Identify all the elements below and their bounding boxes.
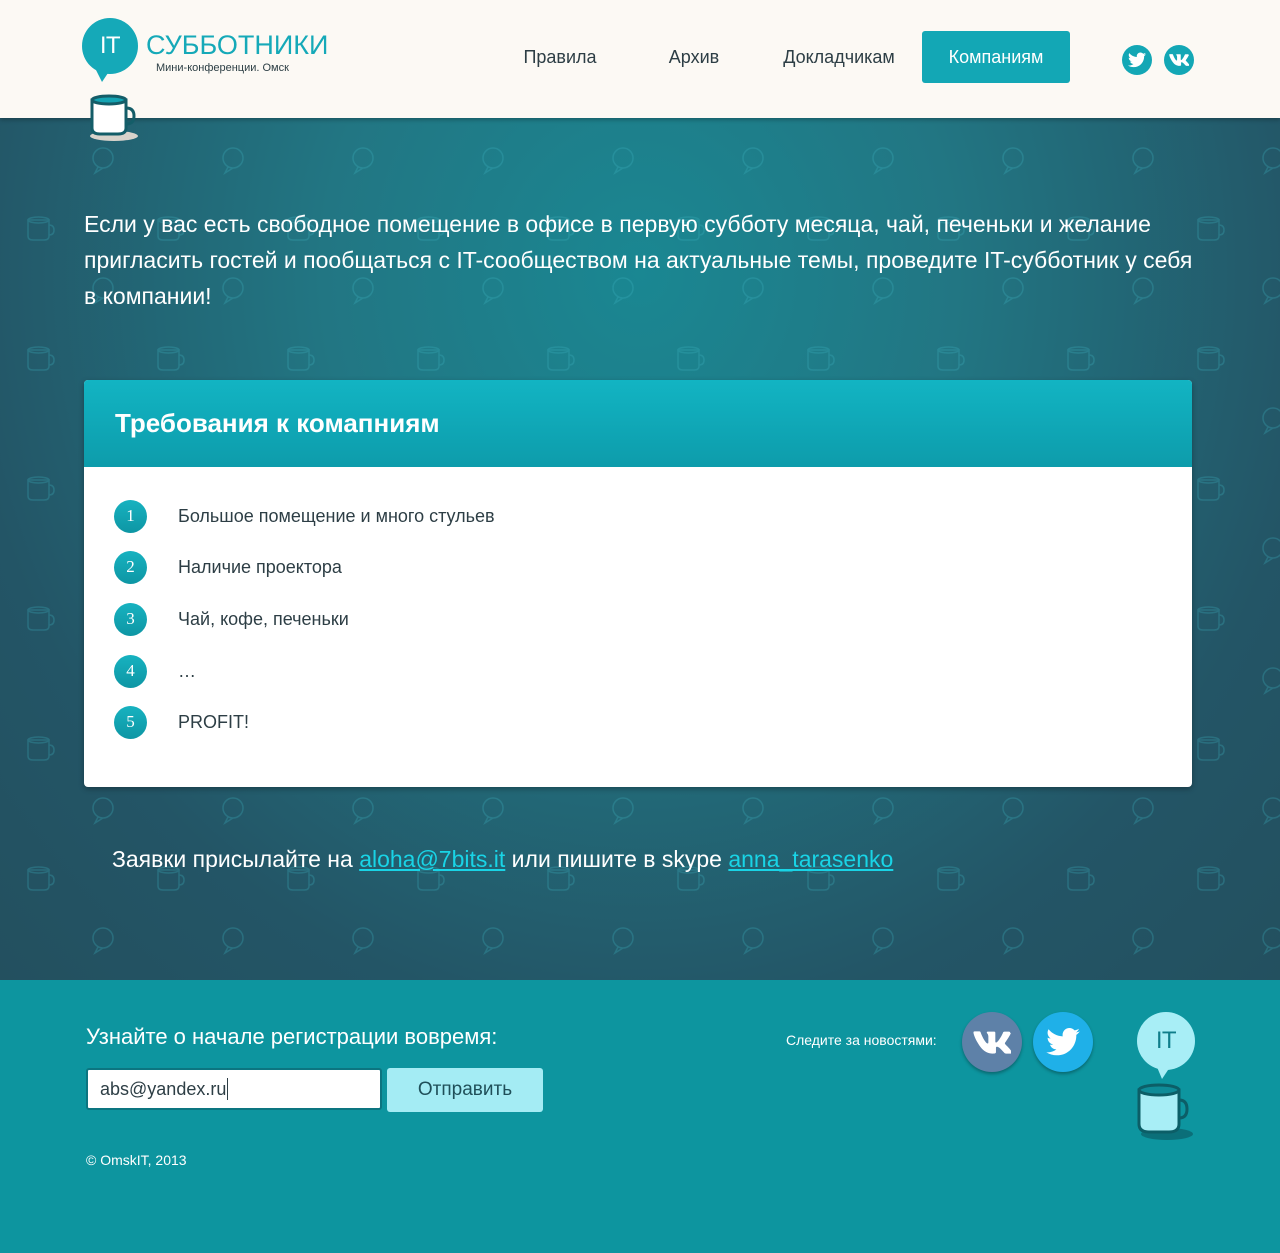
logo-bubble-text: IT [100,33,120,59]
vk-icon[interactable] [962,1012,1022,1072]
item-number: 5 [114,705,147,739]
footer-logo-bubble: IT [1137,1012,1195,1079]
requirements-card: Требования к комапниям 1 Большое помещен… [84,380,1192,787]
logo-title: СУББОТНИКИ [146,30,329,60]
requirements-title: Требования к комапниям [115,408,440,438]
list-item: 2 Наличие проектора [114,550,342,584]
item-text: PROFIT! [178,711,249,732]
subscribe-label: Узнайте о начале регистрации вовремя: [86,1024,498,1049]
item-number: 1 [114,499,147,533]
follow-label: Следите за новостями: [786,1032,937,1048]
nav-speakers[interactable]: Докладчикам [772,31,906,83]
contact-middle: или пишите в skype [505,846,729,872]
text-cursor [227,1078,229,1100]
list-item: 3 Чай, кофе, печеньки [114,602,349,636]
footer-logo: IT [1133,1012,1203,1144]
item-number: 4 [114,654,147,688]
list-item: 4 … [114,654,196,688]
item-text: … [178,660,196,681]
skype-link[interactable]: anna_tarasenko [728,846,893,872]
vk-icon[interactable] [1164,45,1194,75]
item-number: 2 [114,550,147,584]
footer-logo-bubble-text: IT [1156,1028,1176,1054]
nav-archive[interactable]: Архив [650,31,738,83]
nav-rules[interactable]: Правила [510,31,610,83]
email-link[interactable]: aloha@7bits.it [359,846,505,872]
logo-bubble: IT [82,18,138,82]
mug-icon [1137,1083,1193,1140]
email-field[interactable]: abs@yandex.ru [86,1068,382,1110]
email-field-value: abs@yandex.ru [100,1078,227,1099]
copyright: © OmskIT, 2013 [86,1152,187,1168]
site-footer: Узнайте о начале регистрации вовремя: ab… [0,980,1280,1253]
mug-icon [90,94,138,141]
item-text: Чай, кофе, печеньки [178,608,349,629]
list-item: 5 PROFIT! [114,705,249,739]
item-text: Большое помещение и много стульев [178,505,495,526]
submit-button[interactable]: Отправить [387,1068,543,1112]
twitter-icon[interactable] [1122,45,1152,75]
site-logo[interactable]: IT СУББОТНИКИ Мини-конференции. Омск [80,18,328,143]
nav-companies[interactable]: Компаниям [922,31,1070,83]
item-text: Наличие проектора [178,556,342,577]
logo-subtitle: Мини-конференции. Омск [156,62,289,74]
site-header: IT СУББОТНИКИ Мини-конференции. Омск Пра… [0,0,1280,141]
item-number: 3 [114,602,147,636]
intro-text: Если у вас есть свободное помещение в оф… [84,211,1193,309]
requirements-header: Требования к комапниям [84,380,1192,467]
twitter-icon[interactable] [1033,1012,1093,1072]
contact-prefix: Заявки присылайте на [112,846,360,872]
list-item: 1 Большое помещение и много стульев [114,499,495,533]
contact-line: Заявки присылайте на aloha@7bits.it или … [112,846,893,873]
